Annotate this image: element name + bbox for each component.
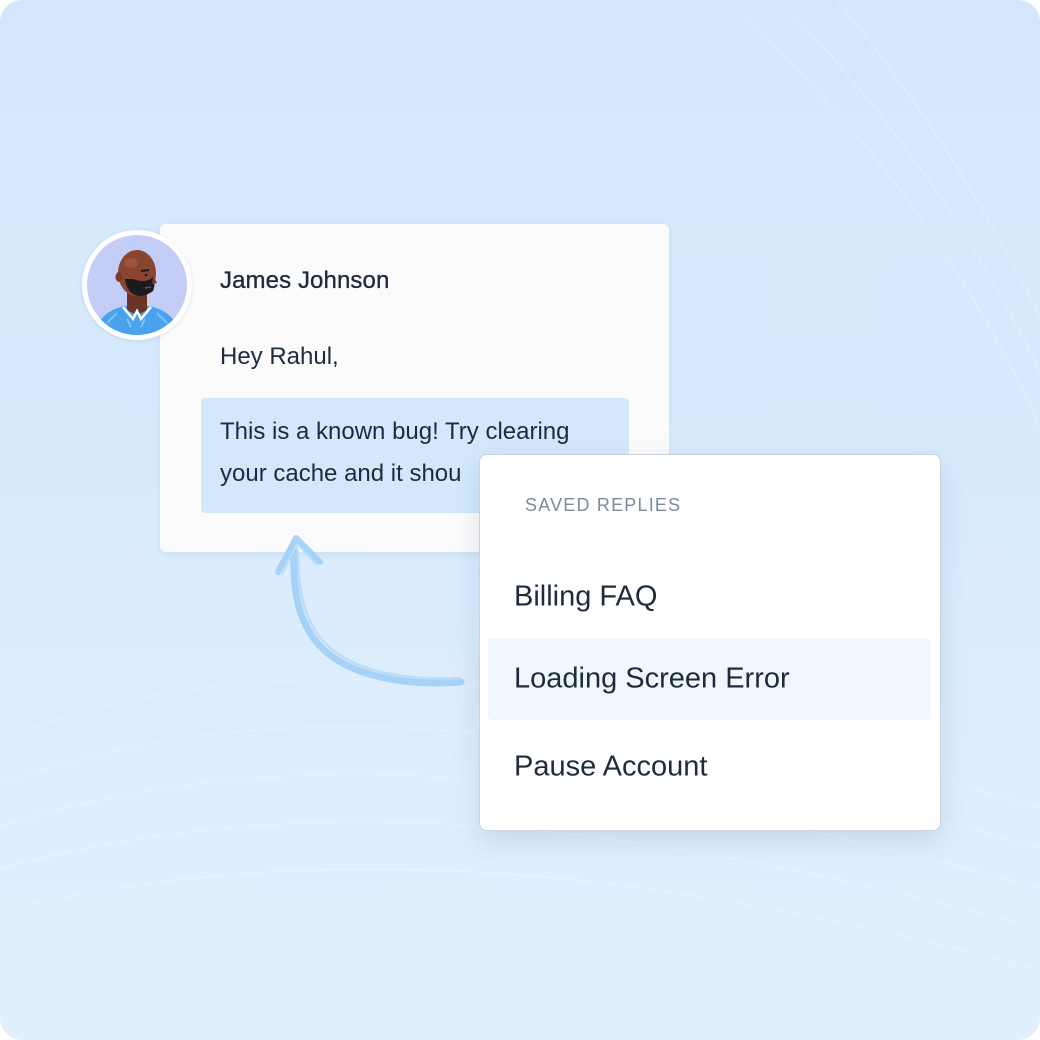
saved-reply-label: Loading Screen Error — [514, 662, 790, 695]
saved-reply-loading-screen-error[interactable]: Loading Screen Error — [488, 638, 931, 720]
curved-arrow-icon — [275, 535, 465, 687]
reply-text-line: your cache and it shou — [220, 460, 462, 487]
message-greeting: Hey Rahul, — [220, 343, 339, 370]
saved-reply-pause-account[interactable]: Pause Account — [488, 726, 931, 808]
background-canvas: James Johnson Hey Rahul, This is a known… — [0, 0, 1040, 1040]
saved-replies-menu: SAVED REPLIES Billing FAQ Loading Screen… — [479, 454, 941, 831]
saved-reply-label: Billing FAQ — [514, 580, 658, 613]
avatar — [82, 230, 192, 340]
saved-reply-label: Pause Account — [514, 750, 708, 783]
person-avatar-icon — [87, 235, 187, 335]
reply-text-line: This is a known bug! Try clearing — [220, 418, 570, 445]
saved-replies-header: SAVED REPLIES — [525, 495, 682, 515]
sender-name: James Johnson — [220, 267, 390, 294]
saved-reply-billing-faq[interactable]: Billing FAQ — [488, 556, 931, 638]
